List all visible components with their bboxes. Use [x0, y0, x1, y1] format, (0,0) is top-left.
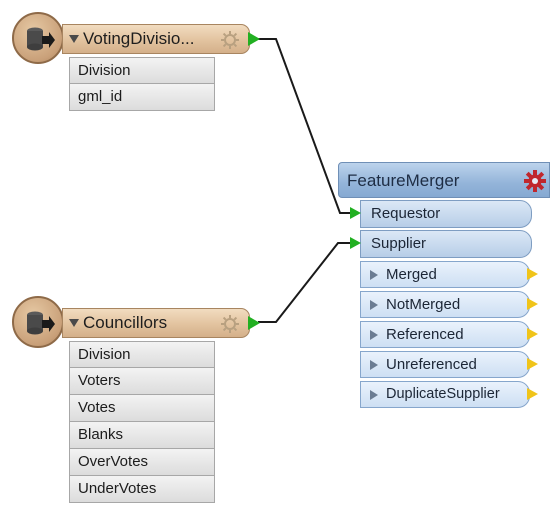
attribute-item: OverVotes: [69, 449, 215, 476]
attribute-list: Division gml_id: [69, 57, 215, 111]
port-label: Requestor: [371, 205, 441, 222]
input-port-supplier[interactable]: Supplier: [360, 230, 532, 258]
output-port-referenced[interactable]: Referenced: [360, 321, 530, 348]
attribute-item: Division: [69, 341, 215, 368]
port-label: Referenced: [386, 326, 464, 343]
gear-icon[interactable]: [220, 30, 240, 50]
output-port-flag-icon[interactable]: [527, 358, 538, 370]
reader-header[interactable]: VotingDivisio...: [62, 24, 250, 54]
database-reader-icon: [12, 296, 64, 348]
output-port-notmerged[interactable]: NotMerged: [360, 291, 530, 318]
database-reader-icon: [12, 12, 64, 64]
port-label: Unreferenced: [386, 356, 477, 373]
port-label: NotMerged: [386, 296, 461, 313]
input-port-arrow-icon[interactable]: [350, 207, 361, 219]
connection-councillors-to-supplier[interactable]: [258, 242, 350, 323]
output-port-unreferenced[interactable]: Unreferenced: [360, 351, 530, 378]
input-port-requestor[interactable]: Requestor: [360, 200, 532, 228]
collapse-triangle-icon[interactable]: [69, 319, 79, 327]
gear-icon[interactable]: [220, 314, 240, 334]
gear-icon[interactable]: [524, 170, 546, 192]
reader-title: Councillors: [83, 313, 168, 332]
output-port-arrow-icon[interactable]: [248, 32, 260, 46]
attribute-item: Division: [69, 57, 215, 84]
input-port-arrow-icon[interactable]: [350, 237, 361, 249]
expand-triangle-icon[interactable]: [370, 270, 378, 280]
expand-triangle-icon[interactable]: [370, 390, 378, 400]
port-label: Merged: [386, 266, 437, 283]
collapse-triangle-icon[interactable]: [69, 35, 79, 43]
expand-triangle-icon[interactable]: [370, 300, 378, 310]
attribute-item: UnderVotes: [69, 476, 215, 503]
attribute-item: Votes: [69, 395, 215, 422]
output-port-merged[interactable]: Merged: [360, 261, 530, 288]
output-port-flag-icon[interactable]: [527, 328, 538, 340]
reader-title: VotingDivisio...: [83, 29, 195, 48]
attribute-item: Blanks: [69, 422, 215, 449]
attribute-list: Division Voters Votes Blanks OverVotes U…: [69, 341, 215, 503]
output-port-flag-icon[interactable]: [527, 268, 538, 280]
expand-triangle-icon[interactable]: [370, 330, 378, 340]
workspace-canvas[interactable]: VotingDivisio... Division gml_id Council…: [0, 0, 550, 515]
attribute-item: Voters: [69, 368, 215, 395]
reader-header[interactable]: Councillors: [62, 308, 250, 338]
output-port-arrow-icon[interactable]: [248, 316, 260, 330]
expand-triangle-icon[interactable]: [370, 360, 378, 370]
output-port-duplicatesupplier[interactable]: DuplicateSupplier: [360, 381, 530, 408]
port-label: DuplicateSupplier: [386, 386, 500, 402]
transformer-header[interactable]: FeatureMerger: [338, 162, 550, 198]
connection-voting-to-requestor[interactable]: [258, 38, 350, 214]
transformer-title: FeatureMerger: [347, 171, 460, 190]
attribute-item: gml_id: [69, 84, 215, 111]
output-port-flag-icon[interactable]: [527, 298, 538, 310]
output-port-flag-icon[interactable]: [527, 388, 538, 400]
port-label: Supplier: [371, 235, 427, 252]
